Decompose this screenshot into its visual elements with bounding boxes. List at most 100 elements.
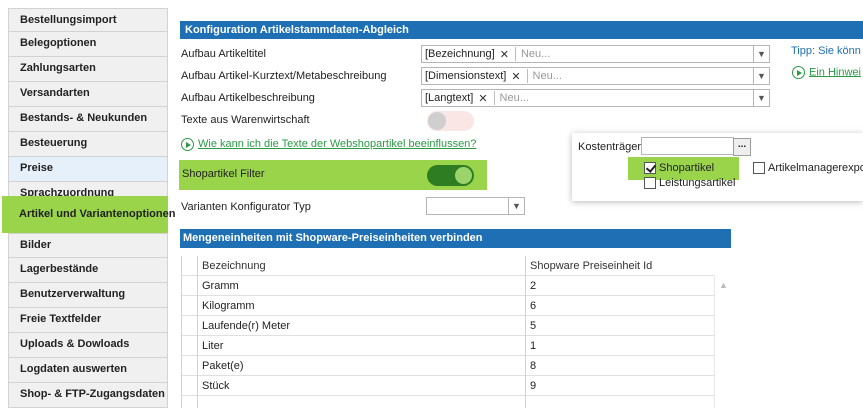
cell-preiseinheit[interactable]: 6 (526, 296, 714, 316)
kostentraeger-label: Kostenträger (578, 141, 641, 153)
sidebar-item-shop-ftp-zugangsdaten[interactable]: Shop- & FTP-Zugangsdaten (8, 383, 168, 408)
remove-tag-icon[interactable]: ✕ (511, 70, 520, 83)
cell-empty (526, 396, 714, 408)
row-selector[interactable] (182, 336, 198, 356)
beschreibung-tag: [Langtext] (425, 92, 474, 104)
play-circle-icon (792, 66, 805, 79)
row-selector (182, 396, 198, 408)
cell-preiseinheit[interactable]: 1 (526, 336, 714, 356)
mengeneinheiten-table: Bezeichnung Shopware Preiseinheit Id Gra… (181, 256, 732, 408)
kurztext-label: Aufbau Artikel-Kurztext/Metabeschreibung (181, 70, 387, 82)
hint-link[interactable]: Ein Hinwei (792, 66, 861, 79)
cell-bezeichnung[interactable]: Kilogramm (198, 296, 526, 316)
help-texts-link-text[interactable]: Wie kann ich die Texte der Webshopartike… (198, 138, 476, 150)
table-row[interactable]: Paket(e) 8 (182, 356, 714, 376)
row-selector[interactable] (182, 356, 198, 376)
beschreibung-label: Aufbau Artikelbeschreibung (181, 92, 315, 104)
sidebar-item-bilder[interactable]: Bilder (8, 233, 168, 258)
shopartikel-checkbox[interactable] (644, 162, 656, 174)
sidebar-item-lagerbestaende[interactable]: Lagerbestände (8, 258, 168, 283)
table-header-row: Bezeichnung Shopware Preiseinheit Id (182, 256, 714, 276)
sidebar-item-benutzerverwaltung[interactable]: Benutzerverwaltung (8, 283, 168, 308)
sidebar-item-freie-textfelder[interactable]: Freie Textfelder (8, 308, 168, 333)
chevron-down-icon[interactable]: ▼ (753, 90, 769, 106)
remove-tag-icon[interactable]: ✕ (478, 92, 487, 105)
tag-divider (526, 69, 528, 83)
beschreibung-tagfield[interactable]: [Langtext] ✕ Neu... ▼ (421, 89, 770, 107)
scroll-up-icon[interactable]: ▲ (719, 280, 728, 290)
cell-bezeichnung[interactable]: Gramm (198, 276, 526, 296)
artikeltitel-placeholder[interactable]: Neu... (521, 48, 753, 60)
artikeltitel-tag: [Bezeichnung] (425, 48, 495, 60)
cell-preiseinheit[interactable]: 5 (526, 316, 714, 336)
table-row[interactable]: Stück 9 (182, 376, 714, 396)
browse-button[interactable]: ... (733, 138, 751, 156)
artikelmanager-checkbox-label: Artikelmanagerexpor (768, 162, 863, 174)
table-row[interactable]: Gramm 2 (182, 276, 714, 296)
kurztext-tag: [Dimensionstext] (425, 70, 507, 82)
cell-bezeichnung[interactable]: Liter (198, 336, 526, 356)
kostentraeger-input[interactable] (641, 137, 734, 155)
artikelmanager-checkbox[interactable] (753, 162, 765, 174)
chevron-down-icon[interactable]: ▼ (753, 46, 769, 62)
sidebar-item-bestellungsimport[interactable]: Bestellungsimport (8, 8, 168, 32)
row-selector[interactable] (182, 276, 198, 296)
varianten-konfigurator-select[interactable]: ▼ (426, 197, 525, 215)
cell-bezeichnung[interactable]: Paket(e) (198, 356, 526, 376)
help-texts-link[interactable]: Wie kann ich die Texte der Webshopartike… (181, 138, 476, 151)
hint-link-text[interactable]: Ein Hinwei (809, 66, 861, 78)
sidebar-item-belegoptionen[interactable]: Belegoptionen (8, 32, 168, 57)
chevron-down-icon[interactable]: ▼ (508, 198, 524, 214)
toggle-knob (428, 112, 446, 130)
artikeltitel-label: Aufbau Artikeltitel (181, 48, 266, 60)
cell-preiseinheit[interactable]: 2 (526, 276, 714, 296)
kostentraeger-popup: Kostenträger ... Shopartikel Leistungsar… (572, 133, 863, 201)
cell-bezeichnung[interactable]: Laufende(r) Meter (198, 316, 526, 336)
beschreibung-placeholder[interactable]: Neu... (500, 92, 753, 104)
shopartikel-checkbox-label: Shopartikel (659, 162, 715, 174)
sidebar-item-preise[interactable]: Preise (8, 157, 168, 182)
remove-tag-icon[interactable]: ✕ (500, 48, 509, 61)
kurztext-tagfield[interactable]: [Dimensionstext] ✕ Neu... ▼ (421, 67, 770, 85)
sidebar-item-bestands-neukunden[interactable]: Bestands- & Neukunden (8, 107, 168, 132)
row-selector (182, 256, 198, 276)
sidebar-item-zahlungsarten[interactable]: Zahlungsarten (8, 57, 168, 82)
row-selector[interactable] (182, 316, 198, 336)
table-row[interactable]: Kilogramm 6 (182, 296, 714, 316)
section-title: Konfiguration Artikelstammdaten-Abgleich (180, 21, 863, 39)
table-title: Mengeneinheiten mit Shopware-Preiseinhei… (180, 229, 731, 248)
leistungsartikel-checkbox-label: Leistungsartikel (659, 177, 736, 189)
cell-preiseinheit[interactable]: 8 (526, 356, 714, 376)
cell-empty (198, 396, 526, 408)
settings-sidebar: Bestellungsimport Belegoptionen Zahlungs… (0, 0, 175, 408)
varianten-konfigurator-label: Varianten Konfigurator Typ (181, 201, 311, 213)
chevron-down-icon[interactable]: ▼ (753, 68, 769, 84)
table-row[interactable]: Liter 1 (182, 336, 714, 356)
cell-preiseinheit[interactable]: 9 (526, 376, 714, 396)
row-selector[interactable] (182, 376, 198, 396)
sidebar-item-uploads-downloads[interactable]: Uploads & Dowloads (8, 333, 168, 358)
play-circle-icon (181, 138, 194, 151)
table-scrollbar[interactable]: ▲ (714, 276, 732, 408)
sidebar-item-artikel-variantenoptionen[interactable]: Artikel und Variantenoptionen (8, 203, 175, 227)
leistungsartikel-checkbox[interactable] (644, 177, 656, 189)
sidebar-item-logdaten[interactable]: Logdaten auswerten (8, 358, 168, 383)
texte-warenwirtschaft-toggle[interactable] (427, 111, 474, 131)
kurztext-placeholder[interactable]: Neu... (533, 70, 753, 82)
table-row[interactable]: Laufende(r) Meter 5 (182, 316, 714, 336)
shopartikel-filter-toggle[interactable] (427, 165, 474, 186)
table-row (182, 396, 714, 408)
sidebar-item-besteuerung[interactable]: Besteuerung (8, 132, 168, 157)
tag-divider (493, 91, 495, 105)
row-selector[interactable] (182, 296, 198, 316)
sidebar-item-versandarten[interactable]: Versandarten (8, 82, 168, 107)
column-header-preiseinheit[interactable]: Shopware Preiseinheit Id (526, 256, 714, 276)
column-header-bezeichnung[interactable]: Bezeichnung (198, 256, 526, 276)
shopartikel-filter-label: Shopartikel Filter (182, 168, 265, 180)
artikeltitel-tagfield[interactable]: [Bezeichnung] ✕ Neu... ▼ (421, 45, 770, 63)
toggle-knob (455, 167, 472, 184)
tip-text: Tipp: Sie könn (791, 45, 861, 57)
texte-warenwirtschaft-label: Texte aus Warenwirtschaft (181, 114, 310, 126)
tag-divider (514, 47, 516, 61)
cell-bezeichnung[interactable]: Stück (198, 376, 526, 396)
